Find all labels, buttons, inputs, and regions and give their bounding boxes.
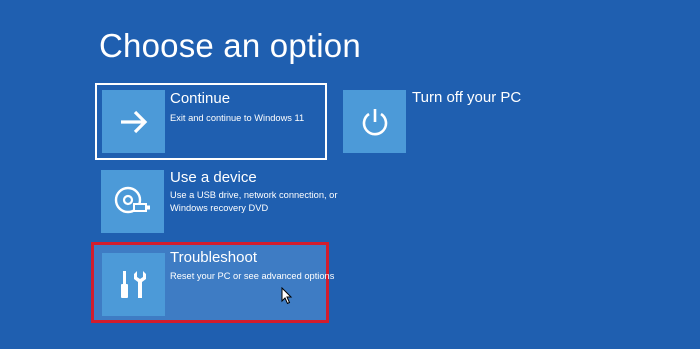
continue-option[interactable]: Continue Exit and continue to Windows 11: [95, 83, 327, 160]
continue-tile: [102, 90, 165, 153]
disc-drive-icon: [114, 186, 150, 213]
troubleshoot-description: Reset your PC or see advanced options: [170, 271, 335, 281]
turn-off-option[interactable]: Turn off your PC: [343, 86, 543, 156]
continue-title: Continue: [170, 90, 231, 107]
troubleshoot-title: Troubleshoot: [170, 249, 257, 266]
turn-off-title: Turn off your PC: [412, 89, 522, 106]
arrow-right-icon: [120, 110, 147, 133]
page-title: Choose an option: [99, 27, 361, 64]
mouse-cursor-icon: [281, 287, 293, 305]
use-device-option[interactable]: Use a device Use a USB drive, network co…: [95, 165, 337, 240]
use-device-description: Use a USB drive, network connection, or …: [170, 190, 338, 213]
continue-description: Exit and continue to Windows 11: [170, 113, 305, 123]
power-icon: [362, 108, 387, 135]
turn-off-tile: [343, 90, 406, 153]
use-device-title: Use a device: [170, 169, 257, 186]
use-device-tile: [101, 170, 164, 233]
troubleshoot-tile: [102, 253, 165, 316]
troubleshoot-option[interactable]: Troubleshoot Reset your PC or see advanc…: [91, 242, 334, 323]
tools-icon: [120, 270, 146, 298]
